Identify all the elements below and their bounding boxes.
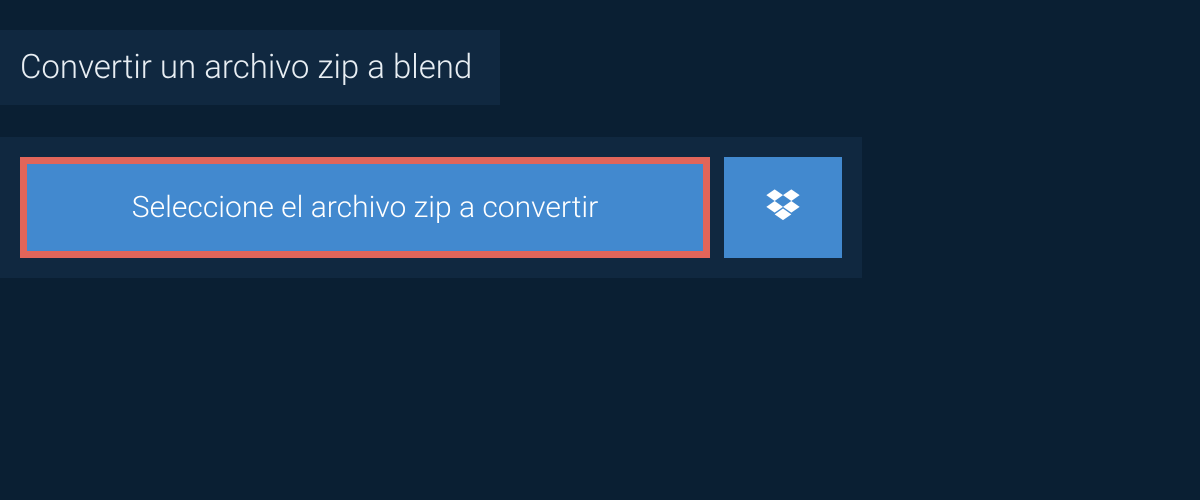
page-title: Convertir un archivo zip a blend bbox=[0, 30, 500, 105]
dropbox-icon bbox=[763, 186, 803, 230]
select-file-button[interactable]: Seleccione el archivo zip a convertir bbox=[20, 157, 710, 258]
dropbox-button[interactable] bbox=[724, 157, 842, 258]
upload-panel: Seleccione el archivo zip a convertir bbox=[0, 137, 862, 278]
select-file-label: Seleccione el archivo zip a convertir bbox=[132, 190, 598, 225]
